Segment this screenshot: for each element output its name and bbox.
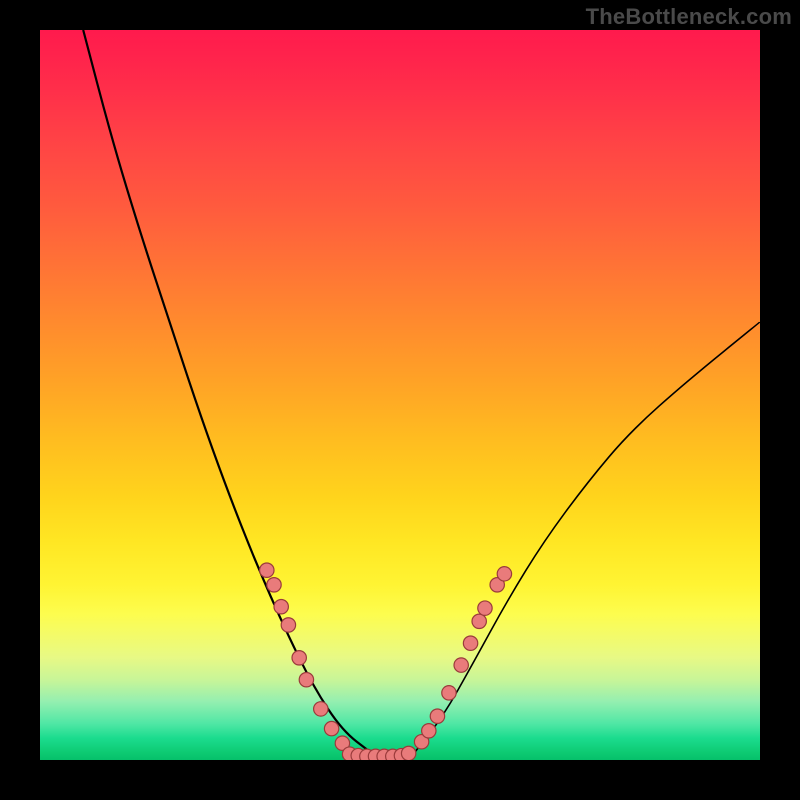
data-point [422,724,436,738]
chart-svg [40,30,760,760]
data-point [292,651,306,665]
data-point [454,658,468,672]
data-point [314,702,328,716]
plot-area [40,30,760,760]
data-point [281,618,295,632]
data-point [463,636,477,650]
watermark-text: TheBottleneck.com [586,4,792,30]
data-point [401,746,415,760]
data-point [324,721,338,735]
data-point [442,686,456,700]
data-point [478,601,492,615]
data-point [274,600,288,614]
data-point [299,673,313,687]
data-point [267,578,281,592]
data-point [430,709,444,723]
data-point [472,614,486,628]
left-curve [83,30,371,753]
right-curve [414,322,760,753]
chart-frame: TheBottleneck.com [0,0,800,800]
data-point [497,567,511,581]
data-point [260,563,274,577]
